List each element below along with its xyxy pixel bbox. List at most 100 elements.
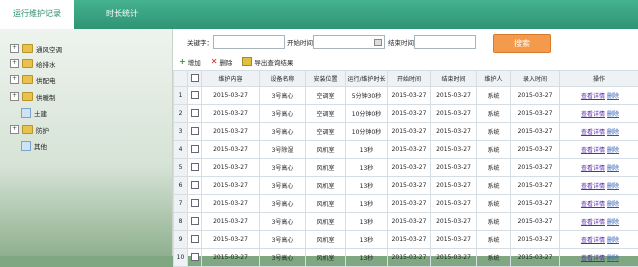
install-location-cell: 风机室 [306, 213, 346, 231]
tree-item-heating[interactable]: + 供暖制 [10, 91, 56, 102]
expand-icon[interactable]: + [10, 92, 19, 101]
tab-duration-stats[interactable]: 时长统计 [92, 0, 152, 29]
row-checkbox[interactable] [191, 91, 199, 99]
delete-row-link[interactable]: 删除 [607, 147, 619, 154]
end-time-cell: 2015-03-27 [431, 105, 477, 123]
row-checkbox [188, 87, 202, 105]
table-row[interactable]: 12015-03-273号高心空调室5分钟30秒2015-03-272015-0… [174, 87, 638, 105]
calendar-icon[interactable] [374, 39, 382, 46]
end-time-input[interactable] [414, 35, 476, 49]
main-panel: 关键字： 开始时间 结束时间 搜索 + 增加 ✕ 删除 导出查询结果 [173, 29, 638, 256]
view-details-link[interactable]: 查看详情 [581, 255, 605, 262]
view-details-link[interactable]: 查看详情 [581, 111, 605, 118]
delete-button[interactable]: ✕ 删除 [211, 57, 233, 67]
row-checkbox [188, 249, 202, 267]
expand-icon[interactable]: + [10, 125, 19, 134]
row-checkbox [188, 123, 202, 141]
view-details-link[interactable]: 查看详情 [581, 183, 605, 190]
delete-row-link[interactable]: 删除 [607, 93, 619, 100]
select-all-checkbox[interactable] [191, 74, 199, 82]
row-checkbox [188, 105, 202, 123]
search-button[interactable]: 搜索 [493, 34, 551, 53]
column-header[interactable]: 结束时间 [431, 71, 477, 87]
tree-item-civil[interactable]: 土建 [21, 107, 47, 118]
table-row[interactable]: 102015-03-273号高心风机室13秒2015-03-272015-03-… [174, 249, 638, 267]
tree-item-hvac[interactable]: + 通风空调 [10, 43, 62, 54]
view-details-link[interactable]: 查看详情 [581, 129, 605, 136]
table-row[interactable]: 92015-03-273号高心风机室13秒2015-03-272015-03-2… [174, 231, 638, 249]
duration-cell: 13秒 [346, 159, 388, 177]
start-time-cell: 2015-03-27 [388, 195, 431, 213]
actions-cell: 查看详情删除 [560, 177, 638, 195]
table-row[interactable]: 52015-03-273号高心风机室13秒2015-03-272015-03-2… [174, 159, 638, 177]
column-header[interactable]: 运行/维护时长 [346, 71, 388, 87]
delete-row-link[interactable]: 删除 [607, 111, 619, 118]
maintainer-cell: 系统 [477, 231, 511, 249]
start-time-cell: 2015-03-27 [388, 177, 431, 195]
delete-row-link[interactable]: 删除 [607, 201, 619, 208]
delete-row-link[interactable]: 删除 [607, 219, 619, 226]
expand-icon[interactable]: + [10, 44, 19, 53]
entry-time-cell: 2015-03-27 [511, 123, 560, 141]
duration-cell: 13秒 [346, 177, 388, 195]
column-header[interactable]: 安装位置 [306, 71, 346, 87]
row-checkbox[interactable] [191, 109, 199, 117]
row-checkbox[interactable] [191, 163, 199, 171]
tree-item-protection[interactable]: + 防护 [10, 124, 49, 135]
export-button[interactable]: 导出查询结果 [242, 57, 293, 67]
tab-maintenance-records[interactable]: 运行维护记录 [0, 0, 74, 31]
table-row[interactable]: 32015-03-273号高心空调室10分钟0秒2015-03-272015-0… [174, 123, 638, 141]
row-checkbox[interactable] [191, 145, 199, 153]
document-icon [21, 108, 31, 118]
column-header[interactable]: 维护内容 [202, 71, 260, 87]
actions-cell: 查看详情删除 [560, 141, 638, 159]
table-row[interactable]: 72015-03-273号高心风机室13秒2015-03-272015-03-2… [174, 195, 638, 213]
column-header[interactable]: 录入时间 [511, 71, 560, 87]
row-checkbox[interactable] [191, 199, 199, 207]
column-header[interactable]: 维护人 [477, 71, 511, 87]
tree-item-other[interactable]: 其他 [21, 140, 47, 151]
delete-row-link[interactable]: 删除 [607, 129, 619, 136]
delete-row-link[interactable]: 删除 [607, 183, 619, 190]
delete-row-link[interactable]: 删除 [607, 255, 619, 262]
entry-time-cell: 2015-03-27 [511, 213, 560, 231]
tree-item-water[interactable]: + 给排水 [10, 58, 56, 69]
view-details-link[interactable]: 查看详情 [581, 165, 605, 172]
table-row[interactable]: 42015-03-273号除湿风机室13秒2015-03-272015-03-2… [174, 141, 638, 159]
row-number: 8 [174, 213, 188, 231]
row-checkbox[interactable] [191, 235, 199, 243]
folder-icon [22, 44, 33, 53]
start-time-input[interactable] [313, 35, 385, 49]
table-row[interactable]: 62015-03-273号高心风机室13秒2015-03-272015-03-2… [174, 177, 638, 195]
keyword-input[interactable] [213, 35, 285, 49]
delete-row-link[interactable]: 删除 [607, 165, 619, 172]
expand-icon[interactable]: + [10, 59, 19, 68]
row-checkbox[interactable] [191, 127, 199, 135]
device-name-cell: 3号高心 [260, 123, 306, 141]
expand-icon[interactable]: + [10, 75, 19, 84]
table-row[interactable]: 82015-03-273号高心风机室13秒2015-03-272015-03-2… [174, 213, 638, 231]
end-time-cell: 2015-03-27 [431, 141, 477, 159]
row-checkbox[interactable] [191, 253, 199, 261]
view-details-link[interactable]: 查看详情 [581, 93, 605, 100]
tree-item-power[interactable]: + 供配电 [10, 74, 56, 85]
view-details-link[interactable]: 查看详情 [581, 147, 605, 154]
entry-time-cell: 2015-03-27 [511, 87, 560, 105]
view-details-link[interactable]: 查看详情 [581, 201, 605, 208]
column-header[interactable]: 设备名称 [260, 71, 306, 87]
actions-cell: 查看详情删除 [560, 231, 638, 249]
view-details-link[interactable]: 查看详情 [581, 219, 605, 226]
row-checkbox[interactable] [191, 217, 199, 225]
start-time-cell: 2015-03-27 [388, 87, 431, 105]
start-time-cell: 2015-03-27 [388, 141, 431, 159]
row-checkbox[interactable] [191, 181, 199, 189]
start-time-filter: 开始时间 [287, 35, 385, 49]
tree-item-label: 供暖制 [36, 92, 56, 102]
add-button[interactable]: + 增加 [179, 57, 201, 67]
column-header[interactable]: 开始时间 [388, 71, 431, 87]
view-details-link[interactable]: 查看详情 [581, 237, 605, 244]
delete-row-link[interactable]: 删除 [607, 237, 619, 244]
table-row[interactable]: 22015-03-273号高心空调室10分钟0秒2015-03-272015-0… [174, 105, 638, 123]
install-location-cell: 空调室 [306, 105, 346, 123]
index-header [174, 71, 188, 87]
